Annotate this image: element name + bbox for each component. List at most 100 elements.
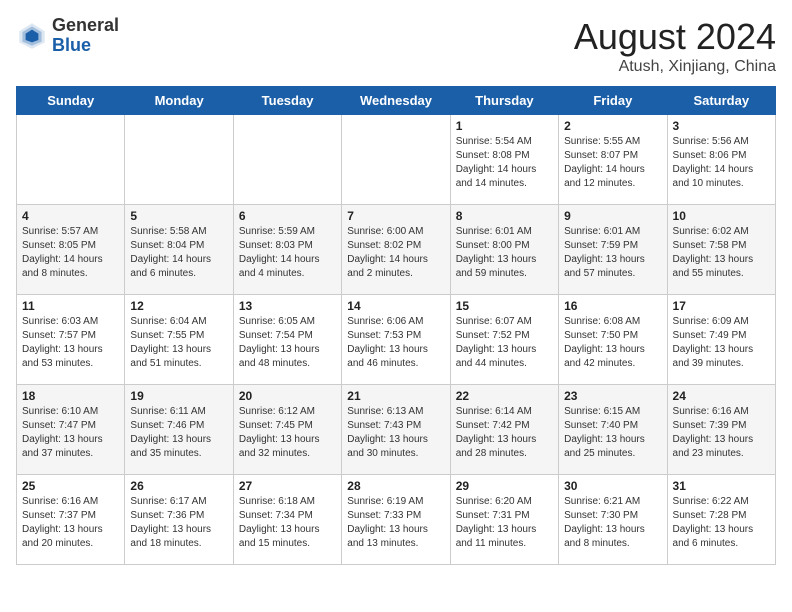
calendar-cell: 4 Sunrise: 5:57 AM Sunset: 8:05 PM Daylig… [17,205,125,295]
day-info: Sunrise: 6:18 AM Sunset: 7:34 PM Dayligh… [239,495,336,551]
day-number: 17 [673,299,770,313]
calendar-cell: 2 Sunrise: 5:55 AM Sunset: 8:07 PM Daylig… [559,115,667,205]
day-info: Sunrise: 6:15 AM Sunset: 7:40 PM Dayligh… [564,405,661,461]
calendar-cell: 3 Sunrise: 5:56 AM Sunset: 8:06 PM Daylig… [667,115,775,205]
calendar-week-1: 1 Sunrise: 5:54 AM Sunset: 8:08 PM Daylig… [17,115,776,205]
day-info: Sunrise: 5:58 AM Sunset: 8:04 PM Dayligh… [130,225,227,281]
day-info: Sunrise: 6:22 AM Sunset: 7:28 PM Dayligh… [673,495,770,551]
day-info: Sunrise: 6:16 AM Sunset: 7:37 PM Dayligh… [22,495,119,551]
day-info: Sunrise: 6:01 AM Sunset: 7:59 PM Dayligh… [564,225,661,281]
calendar-week-5: 25 Sunrise: 6:16 AM Sunset: 7:37 PM Dayli… [17,475,776,565]
weekday-header-thursday: Thursday [450,87,558,115]
day-info: Sunrise: 5:55 AM Sunset: 8:07 PM Dayligh… [564,135,661,191]
calendar-cell: 19 Sunrise: 6:11 AM Sunset: 7:46 PM Dayli… [125,385,233,475]
day-number: 31 [673,479,770,493]
weekday-header-saturday: Saturday [667,87,775,115]
day-number: 13 [239,299,336,313]
day-info: Sunrise: 6:00 AM Sunset: 8:02 PM Dayligh… [347,225,444,281]
day-info: Sunrise: 6:10 AM Sunset: 7:47 PM Dayligh… [22,405,119,461]
day-number: 24 [673,389,770,403]
day-info: Sunrise: 6:11 AM Sunset: 7:46 PM Dayligh… [130,405,227,461]
title-block: August 2024 Atush, Xinjiang, China [574,16,776,76]
day-number: 30 [564,479,661,493]
calendar-cell [342,115,450,205]
day-info: Sunrise: 5:54 AM Sunset: 8:08 PM Dayligh… [456,135,553,191]
day-number: 3 [673,119,770,133]
day-number: 19 [130,389,227,403]
day-number: 4 [22,209,119,223]
day-number: 20 [239,389,336,403]
calendar-cell: 27 Sunrise: 6:18 AM Sunset: 7:34 PM Dayli… [233,475,341,565]
calendar-cell: 24 Sunrise: 6:16 AM Sunset: 7:39 PM Dayli… [667,385,775,475]
calendar-cell: 9 Sunrise: 6:01 AM Sunset: 7:59 PM Daylig… [559,205,667,295]
weekday-header-tuesday: Tuesday [233,87,341,115]
calendar-cell [125,115,233,205]
calendar-cell [17,115,125,205]
day-info: Sunrise: 5:57 AM Sunset: 8:05 PM Dayligh… [22,225,119,281]
calendar-cell: 31 Sunrise: 6:22 AM Sunset: 7:28 PM Dayli… [667,475,775,565]
weekday-header-friday: Friday [559,87,667,115]
day-number: 14 [347,299,444,313]
day-info: Sunrise: 6:19 AM Sunset: 7:33 PM Dayligh… [347,495,444,551]
day-number: 15 [456,299,553,313]
calendar-cell: 22 Sunrise: 6:14 AM Sunset: 7:42 PM Dayli… [450,385,558,475]
day-number: 18 [22,389,119,403]
day-number: 25 [22,479,119,493]
calendar-cell: 26Sunrise: 6:17 AM Sunset: 7:36 PM Dayli… [125,475,233,565]
day-info: Sunrise: 6:09 AM Sunset: 7:49 PM Dayligh… [673,315,770,371]
calendar-cell: 1 Sunrise: 5:54 AM Sunset: 8:08 PM Daylig… [450,115,558,205]
calendar-cell: 20 Sunrise: 6:12 AM Sunset: 7:45 PM Dayli… [233,385,341,475]
month-title: August 2024 [574,16,776,58]
day-info: Sunrise: 6:02 AM Sunset: 7:58 PM Dayligh… [673,225,770,281]
location: Atush, Xinjiang, China [574,58,776,76]
calendar-cell: 6 Sunrise: 5:59 AM Sunset: 8:03 PM Daylig… [233,205,341,295]
calendar-cell: 12 Sunrise: 6:04 AM Sunset: 7:55 PM Dayli… [125,295,233,385]
day-number: 9 [564,209,661,223]
day-info: Sunrise: 6:07 AM Sunset: 7:52 PM Dayligh… [456,315,553,371]
calendar-cell: 16Sunrise: 6:08 AM Sunset: 7:50 PM Dayli… [559,295,667,385]
calendar-cell: 11Sunrise: 6:03 AM Sunset: 7:57 PM Dayli… [17,295,125,385]
day-info: Sunrise: 6:08 AM Sunset: 7:50 PM Dayligh… [564,315,661,371]
day-number: 23 [564,389,661,403]
day-number: 22 [456,389,553,403]
day-info: Sunrise: 6:05 AM Sunset: 7:54 PM Dayligh… [239,315,336,371]
calendar-cell: 30Sunrise: 6:21 AM Sunset: 7:30 PM Dayli… [559,475,667,565]
page-header: General Blue August 2024 Atush, Xinjiang… [16,16,776,76]
day-number: 12 [130,299,227,313]
logo: General Blue [16,16,119,56]
day-info: Sunrise: 6:16 AM Sunset: 7:39 PM Dayligh… [673,405,770,461]
day-number: 27 [239,479,336,493]
calendar-cell: 28 Sunrise: 6:19 AM Sunset: 7:33 PM Dayli… [342,475,450,565]
day-info: Sunrise: 6:20 AM Sunset: 7:31 PM Dayligh… [456,495,553,551]
calendar-cell: 29 Sunrise: 6:20 AM Sunset: 7:31 PM Dayli… [450,475,558,565]
day-number: 7 [347,209,444,223]
calendar-cell: 18 Sunrise: 6:10 AM Sunset: 7:47 PM Dayli… [17,385,125,475]
day-number: 2 [564,119,661,133]
calendar-week-4: 18 Sunrise: 6:10 AM Sunset: 7:47 PM Dayli… [17,385,776,475]
weekday-row: SundayMondayTuesdayWednesdayThursdayFrid… [17,87,776,115]
day-info: Sunrise: 5:56 AM Sunset: 8:06 PM Dayligh… [673,135,770,191]
day-info: Sunrise: 6:01 AM Sunset: 8:00 PM Dayligh… [456,225,553,281]
day-info: Sunrise: 5:59 AM Sunset: 8:03 PM Dayligh… [239,225,336,281]
calendar-cell: 21Sunrise: 6:13 AM Sunset: 7:43 PM Dayli… [342,385,450,475]
calendar-cell: 8Sunrise: 6:01 AM Sunset: 8:00 PM Daylig… [450,205,558,295]
day-info: Sunrise: 6:14 AM Sunset: 7:42 PM Dayligh… [456,405,553,461]
calendar-cell: 25 Sunrise: 6:16 AM Sunset: 7:37 PM Dayli… [17,475,125,565]
calendar-header: SundayMondayTuesdayWednesdayThursdayFrid… [17,87,776,115]
day-info: Sunrise: 6:12 AM Sunset: 7:45 PM Dayligh… [239,405,336,461]
calendar-cell: 23 Sunrise: 6:15 AM Sunset: 7:40 PM Dayli… [559,385,667,475]
day-info: Sunrise: 6:13 AM Sunset: 7:43 PM Dayligh… [347,405,444,461]
calendar-table: SundayMondayTuesdayWednesdayThursdayFrid… [16,86,776,565]
day-info: Sunrise: 6:17 AM Sunset: 7:36 PM Dayligh… [130,495,227,551]
day-number: 28 [347,479,444,493]
day-info: Sunrise: 6:06 AM Sunset: 7:53 PM Dayligh… [347,315,444,371]
calendar-cell [233,115,341,205]
day-number: 10 [673,209,770,223]
day-number: 1 [456,119,553,133]
day-number: 6 [239,209,336,223]
calendar-cell: 5Sunrise: 5:58 AM Sunset: 8:04 PM Daylig… [125,205,233,295]
day-info: Sunrise: 6:04 AM Sunset: 7:55 PM Dayligh… [130,315,227,371]
weekday-header-wednesday: Wednesday [342,87,450,115]
weekday-header-monday: Monday [125,87,233,115]
day-number: 29 [456,479,553,493]
